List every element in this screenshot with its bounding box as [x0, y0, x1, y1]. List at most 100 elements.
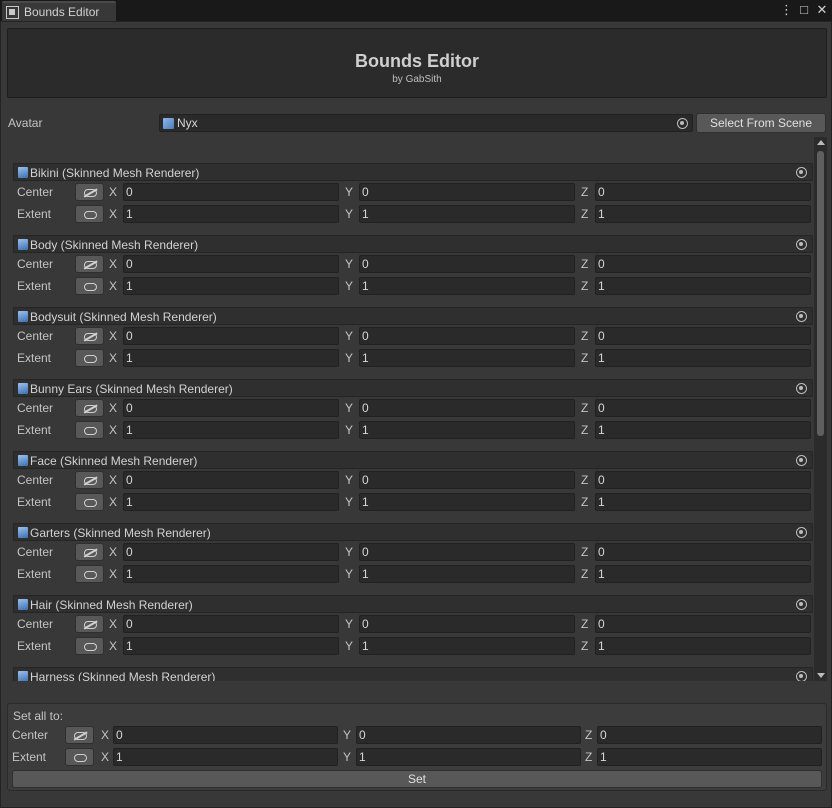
center-z-input[interactable]: 0: [595, 471, 811, 489]
center-y-input[interactable]: 0: [359, 543, 575, 561]
extent-z-input[interactable]: 1: [595, 493, 811, 511]
renderer-header[interactable]: Hair (Skinned Mesh Renderer): [13, 595, 813, 613]
link-toggle-icon[interactable]: [65, 748, 94, 766]
extent-x-input[interactable]: 1: [123, 205, 339, 223]
center-y-input[interactable]: 0: [359, 615, 575, 633]
center-x-input[interactable]: 0: [123, 183, 339, 201]
extent-z-input[interactable]: 1: [595, 349, 811, 367]
renderer-header[interactable]: Harness (Skinned Mesh Renderer): [13, 667, 813, 681]
more-options-icon[interactable]: ⋮: [780, 2, 793, 18]
object-picker-icon[interactable]: [796, 239, 807, 250]
link-toggle-icon[interactable]: [75, 205, 104, 223]
scrollbar-thumb[interactable]: [817, 151, 824, 436]
center-z-input[interactable]: 0: [595, 543, 811, 561]
vertical-scrollbar[interactable]: [814, 137, 827, 681]
close-icon[interactable]: ✕: [816, 2, 828, 18]
center-z-input[interactable]: 0: [595, 615, 811, 633]
extent-x-input[interactable]: 1: [123, 277, 339, 295]
object-picker-icon[interactable]: [796, 167, 807, 178]
center-y-input[interactable]: 0: [359, 327, 575, 345]
center-y-input[interactable]: 0: [359, 255, 575, 273]
extent-z-input[interactable]: 1: [595, 421, 811, 439]
unlink-toggle-icon[interactable]: [75, 399, 104, 417]
renderer-header[interactable]: Face (Skinned Mesh Renderer): [13, 451, 813, 469]
set-button[interactable]: Set: [12, 770, 822, 788]
center-x-input[interactable]: 0: [123, 255, 339, 273]
set-all-extent-x-input[interactable]: 1: [113, 748, 338, 766]
scroll-down-icon[interactable]: [817, 673, 825, 678]
center-x-input[interactable]: 0: [123, 543, 339, 561]
unlink-toggle-icon[interactable]: [75, 183, 104, 201]
object-picker-icon[interactable]: [796, 671, 807, 681]
unlink-toggle-icon[interactable]: [75, 615, 104, 633]
renderer-name: Body (Skinned Mesh Renderer): [30, 238, 199, 252]
y-axis-label: Y: [345, 545, 354, 559]
unlink-toggle-icon[interactable]: [75, 471, 104, 489]
renderer-header[interactable]: Garters (Skinned Mesh Renderer): [13, 523, 813, 541]
tab-bounds-editor[interactable]: Bounds Editor: [2, 1, 116, 21]
extent-y-input[interactable]: 1: [359, 565, 575, 583]
unlink-toggle-icon[interactable]: [75, 327, 104, 345]
extent-y-input[interactable]: 1: [359, 493, 575, 511]
center-x-input[interactable]: 0: [123, 399, 339, 417]
unlink-toggle-icon[interactable]: [75, 543, 104, 561]
link-toggle-icon[interactable]: [75, 277, 104, 295]
object-picker-icon[interactable]: [796, 311, 807, 322]
set-all-center-y-input[interactable]: 0: [356, 726, 581, 744]
renderer-header[interactable]: Body (Skinned Mesh Renderer): [13, 235, 813, 253]
extent-z-input[interactable]: 1: [595, 277, 811, 295]
extent-x-input[interactable]: 1: [123, 421, 339, 439]
extent-x-input[interactable]: 1: [123, 349, 339, 367]
scroll-up-icon[interactable]: [817, 140, 825, 145]
unlink-toggle-icon[interactable]: [65, 726, 94, 744]
set-all-extent-z-input[interactable]: 1: [597, 748, 822, 766]
object-picker-icon[interactable]: [796, 383, 807, 394]
center-x-input[interactable]: 0: [123, 615, 339, 633]
extent-y-input[interactable]: 1: [359, 637, 575, 655]
renderer-header[interactable]: Bunny Ears (Skinned Mesh Renderer): [13, 379, 813, 397]
center-z-input[interactable]: 0: [595, 399, 811, 417]
extent-x-input[interactable]: 1: [123, 637, 339, 655]
renderer-card: Bikini (Skinned Mesh Renderer) Center X …: [13, 163, 813, 229]
object-picker-icon[interactable]: [796, 455, 807, 466]
extent-y-input[interactable]: 1: [359, 421, 575, 439]
maximize-icon[interactable]: □: [798, 2, 810, 18]
center-y-input[interactable]: 0: [359, 399, 575, 417]
extent-z-input[interactable]: 1: [595, 565, 811, 583]
extent-z-input[interactable]: 1: [595, 637, 811, 655]
link-toggle-icon[interactable]: [75, 637, 104, 655]
select-from-scene-button[interactable]: Select From Scene: [696, 113, 826, 133]
renderer-header[interactable]: Bikini (Skinned Mesh Renderer): [13, 163, 813, 181]
extent-label: Extent: [17, 279, 52, 293]
center-y-input[interactable]: 0: [359, 183, 575, 201]
center-y-input[interactable]: 0: [359, 471, 575, 489]
set-all-center-x-input[interactable]: 0: [113, 726, 338, 744]
link-toggle-icon[interactable]: [75, 493, 104, 511]
extent-y-input[interactable]: 1: [359, 349, 575, 367]
center-label: Center: [17, 545, 54, 559]
window-icon: [6, 5, 19, 19]
link-toggle-icon[interactable]: [75, 349, 104, 367]
center-z-input[interactable]: 0: [595, 327, 811, 345]
extent-x-input[interactable]: 1: [123, 565, 339, 583]
object-picker-icon[interactable]: [796, 527, 807, 538]
set-all-center-z-input[interactable]: 0: [597, 726, 822, 744]
extent-z-input[interactable]: 1: [595, 205, 811, 223]
center-z-input[interactable]: 0: [595, 255, 811, 273]
link-toggle-icon[interactable]: [75, 421, 104, 439]
link-toggle-icon[interactable]: [75, 565, 104, 583]
window-controls: ⋮ □ ✕: [780, 2, 828, 18]
object-picker-icon[interactable]: [677, 118, 688, 129]
avatar-object-field[interactable]: Nyx: [159, 114, 693, 132]
object-picker-icon[interactable]: [796, 599, 807, 610]
extent-label: Extent: [17, 639, 52, 653]
center-x-input[interactable]: 0: [123, 471, 339, 489]
extent-y-input[interactable]: 1: [359, 205, 575, 223]
center-z-input[interactable]: 0: [595, 183, 811, 201]
extent-x-input[interactable]: 1: [123, 493, 339, 511]
renderer-header[interactable]: Bodysuit (Skinned Mesh Renderer): [13, 307, 813, 325]
set-all-extent-y-input[interactable]: 1: [356, 748, 581, 766]
extent-y-input[interactable]: 1: [359, 277, 575, 295]
center-x-input[interactable]: 0: [123, 327, 339, 345]
unlink-toggle-icon[interactable]: [75, 255, 104, 273]
